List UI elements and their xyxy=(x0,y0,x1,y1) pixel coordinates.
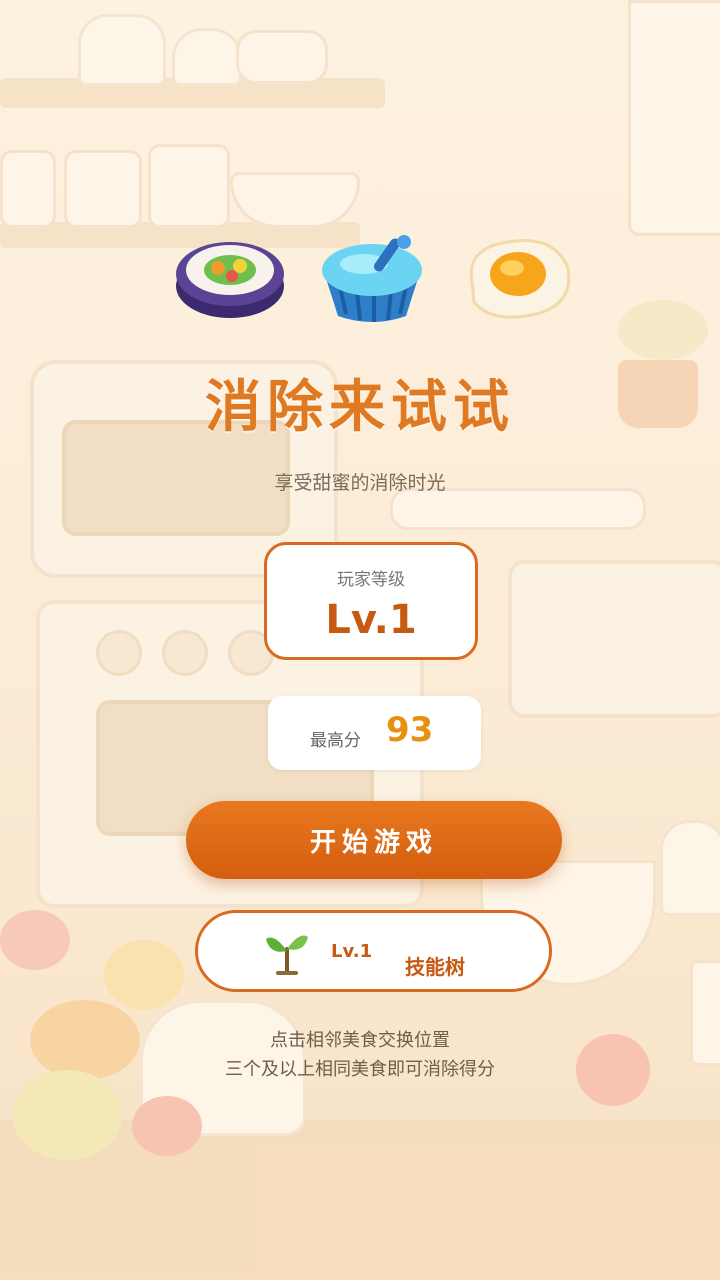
sushi-roll-icon xyxy=(176,242,284,318)
best-score-label: 最高分 xyxy=(310,731,361,751)
player-level-card: 玩家等级 Lv.1 xyxy=(264,542,478,660)
skill-tree-level: Lv.1 xyxy=(331,941,373,962)
blue-pudding-icon xyxy=(322,235,422,322)
fried-egg-icon xyxy=(469,239,571,319)
player-level-label: 玩家等级 xyxy=(337,570,405,590)
best-score-value: 93 xyxy=(386,710,434,750)
best-score-card: 最高分 93 xyxy=(268,696,481,770)
player-level-value: Lv.1 xyxy=(325,597,417,643)
skill-tree-label: 技能树 xyxy=(405,955,465,979)
featured-foods xyxy=(170,232,580,332)
start-game-button[interactable]: 开始游戏 xyxy=(186,801,562,879)
hint-swap: 点击相邻美食交换位置 xyxy=(270,1030,450,1051)
game-subtitle: 享受甜蜜的消除时光 xyxy=(274,472,446,494)
game-title: 消除来试试 xyxy=(205,375,515,440)
skill-tree-button[interactable]: Lv.1 技能树 xyxy=(195,910,552,992)
sprout-icon xyxy=(266,935,308,975)
hint-match: 三个及以上相同美食即可消除得分 xyxy=(225,1059,495,1080)
